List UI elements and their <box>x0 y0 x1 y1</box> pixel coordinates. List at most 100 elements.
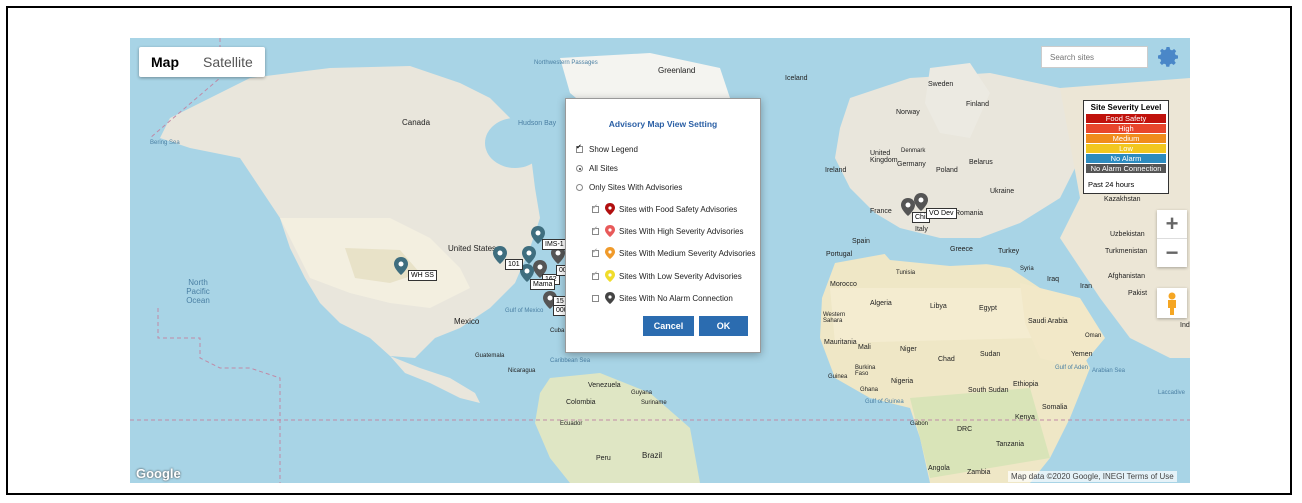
food-safety-label: Sites with Food Safety Advisories <box>619 204 738 214</box>
map-label-iraq: Iraq <box>1047 276 1060 283</box>
map-label-peru: Peru <box>596 455 611 462</box>
map-label-uzbekistan: Uzbekistan <box>1110 231 1145 238</box>
map-type-satellite-button[interactable]: Satellite <box>191 47 265 77</box>
map-label-mauritania: Mauritania <box>824 339 857 346</box>
medium-option[interactable]: Sites With Medium Severity Advisories <box>592 247 756 259</box>
show-legend-checkbox[interactable] <box>576 143 583 153</box>
red-pin-icon <box>605 203 615 215</box>
map-label-gulf-guinea: Gulf of Guinea <box>865 399 904 405</box>
medium-checkbox[interactable] <box>592 247 599 257</box>
food-safety-checkbox[interactable] <box>592 203 599 213</box>
site-tag[interactable]: 101 <box>505 259 523 270</box>
map-type-control: Map Satellite <box>139 47 265 77</box>
site-tag[interactable]: VO Dev <box>926 208 957 219</box>
site-marker-no-alarm[interactable] <box>394 257 408 275</box>
show-legend-label: Show Legend <box>589 145 638 154</box>
map-label-chad: Chad <box>938 356 955 363</box>
orange-pin-icon <box>605 247 615 259</box>
map-label-burkina: Burkina Faso <box>855 365 876 377</box>
map-label-spain: Spain <box>852 238 870 245</box>
low-checkbox[interactable] <box>592 270 599 280</box>
map-label-poland: Poland <box>936 167 958 174</box>
map-label-north-pacific: North Pacific Ocean <box>186 278 210 305</box>
map-label-ghana: Ghana <box>860 387 879 393</box>
map-label-kenya: Kenya <box>1015 414 1035 421</box>
map-label-yemen: Yemen <box>1071 351 1093 358</box>
map-label-iceland: Iceland <box>785 75 808 82</box>
only-advisories-radio[interactable] <box>576 184 583 191</box>
map-label-mali: Mali <box>858 344 871 351</box>
all-sites-label: All Sites <box>589 164 618 173</box>
map-label-western-sahara: Western Sahara <box>823 312 846 324</box>
google-logo: Google <box>136 466 181 481</box>
no-alarm-connection-label: Sites With No Alarm Connection <box>619 293 733 303</box>
map-label-colombia: Colombia <box>566 399 596 406</box>
map-attribution[interactable]: Map data ©2020 Google, INEGI Terms of Us… <box>1008 471 1177 482</box>
map-label-south-sudan: South Sudan <box>968 387 1009 394</box>
map-label-angola: Angola <box>928 465 950 472</box>
map-label-france: France <box>870 208 892 215</box>
map-label-guatemala: Guatemala <box>475 353 505 359</box>
zoom-out-button[interactable]: − <box>1157 239 1187 267</box>
low-label: Sites With Low Severity Advisories <box>619 271 742 281</box>
map-canvas[interactable]: Greenland Iceland Sweden Finland Norway … <box>130 38 1190 483</box>
map-label-greenland: Greenland <box>658 66 696 75</box>
show-legend-option[interactable]: Show Legend <box>576 143 638 154</box>
map-label-pakistan: Pakist <box>1128 290 1148 297</box>
map-label-germany: Germany <box>897 161 926 168</box>
severity-legend: Site Severity Level Food Safety High Med… <box>1083 100 1169 194</box>
advisory-map-view-dialog: Advisory Map View Setting Show Legend Al… <box>565 98 761 353</box>
map-label-canada: Canada <box>402 118 431 127</box>
legend-no-alarm-connection: No Alarm Connection <box>1086 164 1166 174</box>
site-tag[interactable]: IMS-1 <box>542 239 567 250</box>
map-label-gulf-mexico: Gulf of Mexico <box>505 308 544 314</box>
map-label-united-states: United States <box>448 244 497 253</box>
map-label-somalia: Somalia <box>1042 404 1068 411</box>
map-label-nigeria: Nigeria <box>891 378 914 385</box>
low-option[interactable]: Sites With Low Severity Advisories <box>592 270 742 282</box>
site-tag[interactable]: WH SS <box>408 270 437 281</box>
map-label-ireland: Ireland <box>825 167 847 174</box>
gear-icon[interactable] <box>1157 45 1181 69</box>
no-alarm-connection-checkbox[interactable] <box>592 294 599 302</box>
street-view-button[interactable] <box>1157 288 1187 318</box>
map-label-cuba: Cuba <box>550 328 565 334</box>
map-label-guinea: Guinea <box>828 374 848 380</box>
map-label-drc: DRC <box>957 426 973 433</box>
map-label-finland: Finland <box>966 101 989 108</box>
only-advisories-option[interactable]: Only Sites With Advisories <box>576 183 682 192</box>
map-label-venezuela: Venezuela <box>588 382 621 389</box>
search-sites-input[interactable] <box>1041 46 1148 68</box>
map-label-italy: Italy <box>915 226 928 233</box>
high-checkbox[interactable] <box>592 225 599 235</box>
map-label-gulf-aden: Gulf of Aden <box>1055 365 1089 371</box>
map-label-romania: Romania <box>955 210 984 217</box>
zoom-in-button[interactable]: + <box>1157 210 1187 238</box>
site-tag[interactable]: Mama <box>530 279 556 290</box>
all-sites-option[interactable]: All Sites <box>576 164 618 173</box>
legend-period: Past 24 hours <box>1088 180 1135 189</box>
high-option[interactable]: Sites With High Severity Advisories <box>592 225 744 237</box>
map-label-iran: Iran <box>1080 283 1093 290</box>
map-label-zambia: Zambia <box>967 469 991 476</box>
ok-button[interactable]: OK <box>699 316 748 336</box>
no-alarm-connection-option[interactable]: Sites With No Alarm Connection <box>592 292 733 304</box>
map-label-brazil: Brazil <box>642 451 663 460</box>
cancel-button[interactable]: Cancel <box>643 316 694 336</box>
map-label-syria: Syria <box>1020 266 1034 272</box>
map-label-guyana: Guyana <box>631 390 653 396</box>
food-safety-option[interactable]: Sites with Food Safety Advisories <box>592 203 737 215</box>
pegman-icon <box>1168 292 1176 315</box>
map-label-niger: Niger <box>900 346 917 353</box>
gray-pin-icon <box>605 292 615 304</box>
map-label-denmark: Denmark <box>901 148 926 154</box>
map-label-turkey: Turkey <box>998 248 1020 255</box>
map-label-belarus: Belarus <box>969 159 993 166</box>
map-label-sweden: Sweden <box>928 81 954 88</box>
map-label-hudson-bay: Hudson Bay <box>518 120 557 127</box>
map-label-suriname: Suriname <box>641 400 667 406</box>
all-sites-radio[interactable] <box>576 165 583 172</box>
legend-medium: Medium <box>1086 134 1166 144</box>
legend-high: High <box>1086 124 1166 134</box>
map-type-map-button[interactable]: Map <box>139 47 191 77</box>
